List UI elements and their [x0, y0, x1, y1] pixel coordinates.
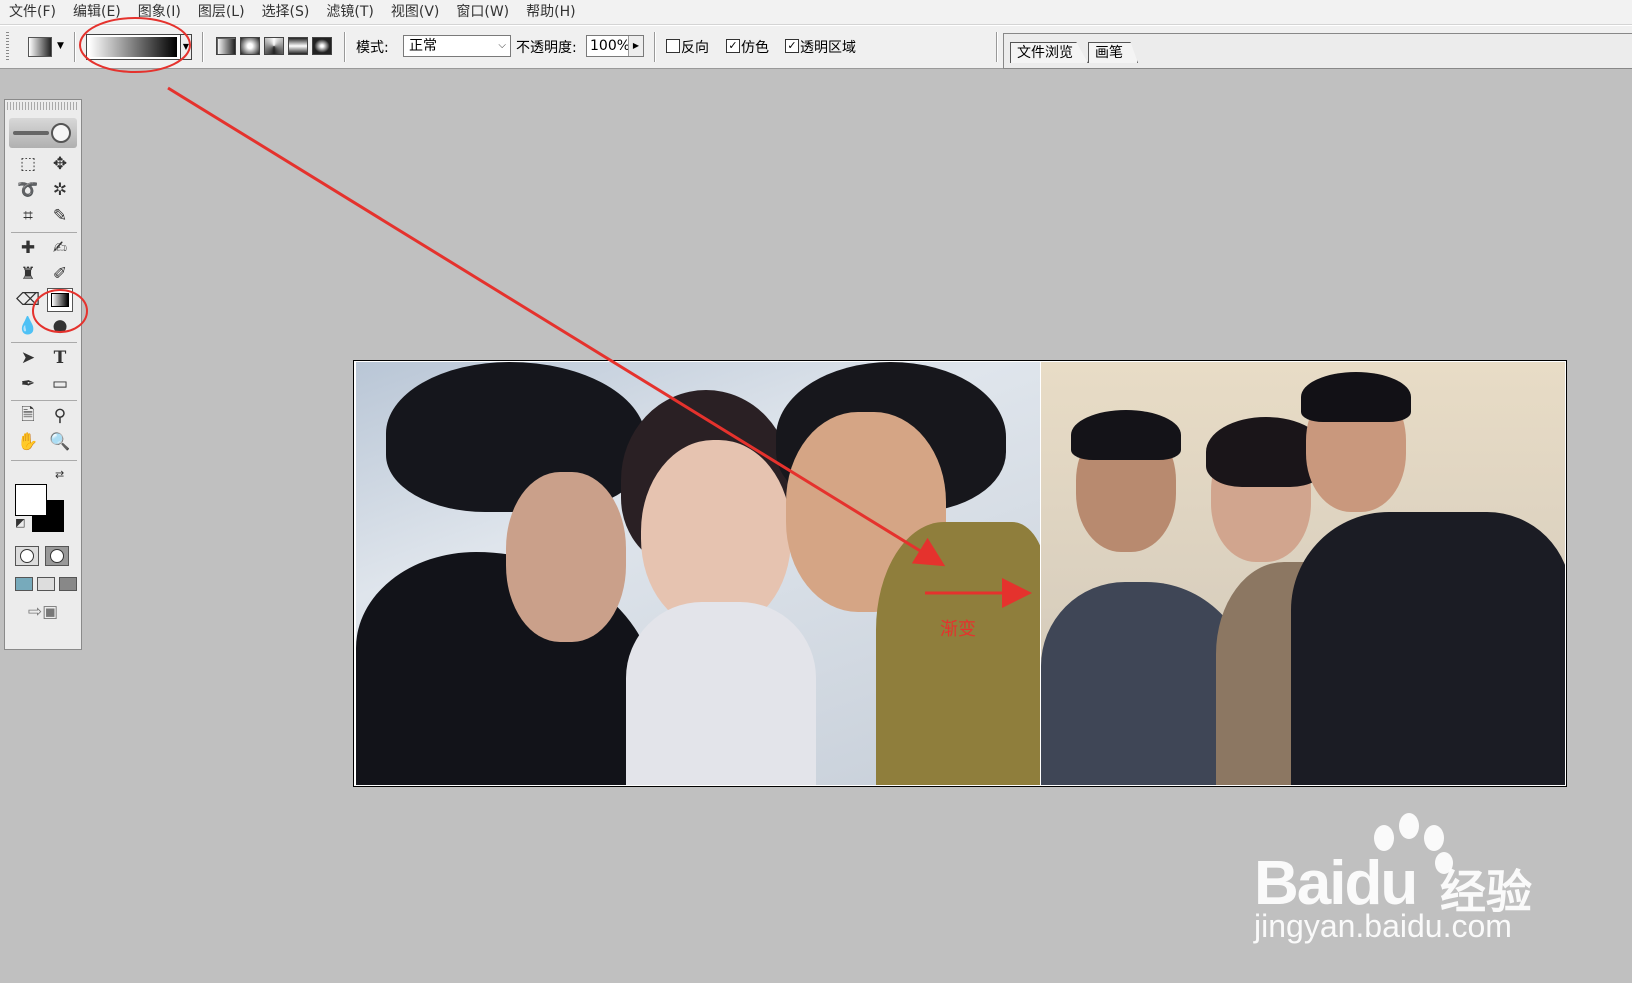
options-gripper[interactable]	[6, 32, 9, 62]
menu-image[interactable]: 图象(I)	[129, 0, 189, 24]
pen-tool-icon[interactable]: ✒	[15, 372, 41, 396]
opacity-field[interactable]: 100% ▶	[586, 35, 644, 57]
tab-brushes[interactable]: 画笔	[1088, 42, 1138, 63]
baidu-jingyan-watermark: Baidu 经验 jingyan.baidu.com	[1254, 808, 1554, 948]
gradient-tool-icon[interactable]	[47, 288, 73, 312]
toolbox: ⬚ ✥ ➰ ✲ ⌗ ✎ ✚ ✍ ♜ ✐ ⌫ 💧 ● ➤ T ✒ ▭ 🗎 ⚲ ✋ …	[4, 99, 82, 650]
menu-filter[interactable]: 滤镜(T)	[317, 0, 381, 24]
tool-preset-icon[interactable]	[28, 37, 52, 57]
photo-left	[356, 362, 1040, 785]
notes-tool-icon[interactable]: 🗎	[15, 404, 41, 428]
tool-preset-dropdown-icon[interactable]: ▼	[57, 41, 64, 51]
history-brush-tool-icon[interactable]: ✐	[47, 262, 73, 286]
watermark-url: jingyan.baidu.com	[1254, 908, 1512, 944]
standard-mode-button[interactable]	[15, 546, 39, 566]
toolbox-divider	[11, 342, 77, 343]
hand-tool-icon[interactable]: ✋	[15, 430, 41, 454]
menu-window[interactable]: 窗口(W)	[447, 0, 517, 24]
transparency-checkbox[interactable]: ✓	[785, 39, 799, 53]
annotation-label: 渐变	[940, 619, 976, 640]
magic-wand-tool-icon[interactable]: ✲	[47, 178, 73, 202]
full-screen-mode-button[interactable]	[59, 577, 77, 591]
menu-layer[interactable]: 图层(L)	[189, 0, 253, 24]
blur-tool-icon[interactable]: 💧	[15, 314, 41, 338]
type-tool-icon[interactable]: T	[47, 346, 73, 370]
mode-value: 正常	[409, 38, 437, 54]
toolbox-divider	[11, 232, 77, 233]
foreground-color-swatch[interactable]	[15, 484, 47, 516]
reverse-checkbox[interactable]	[666, 39, 680, 53]
options-separator	[344, 32, 346, 62]
palette-well: 文件浏览 画笔	[1003, 33, 1632, 69]
transparency-label: 透明区域	[800, 40, 856, 56]
opacity-label: 不透明度:	[516, 40, 577, 56]
options-separator	[654, 32, 656, 62]
dodge-tool-icon[interactable]: ●	[47, 314, 73, 338]
move-tool-icon[interactable]: ✥	[47, 152, 73, 176]
radial-gradient-button[interactable]	[240, 37, 260, 55]
menu-view[interactable]: 视图(V)	[382, 0, 448, 24]
menu-file[interactable]: 文件(F)	[0, 0, 64, 24]
linear-gradient-button[interactable]	[216, 37, 236, 55]
options-separator	[74, 32, 76, 62]
toolbox-divider	[11, 460, 77, 461]
zoom-tool-icon[interactable]: 🔍	[47, 430, 73, 454]
eye-icon	[51, 123, 71, 143]
marquee-tool-icon[interactable]: ⬚	[15, 152, 41, 176]
jump-to-imageready-icon[interactable]: ⇨▣	[15, 600, 71, 624]
full-screen-menu-mode-button[interactable]	[37, 577, 55, 591]
gradient-preview[interactable]	[89, 37, 177, 57]
mode-label: 模式:	[356, 40, 389, 56]
options-separator	[202, 32, 204, 62]
tab-file-browser[interactable]: 文件浏览	[1010, 42, 1088, 63]
feather-icon	[13, 131, 49, 135]
options-bar: ▼ ▼ 模式: 正常 ⌵ 不透明度: 100% ▶ 反向 ✓ 仿色 ✓ 透明区域…	[0, 25, 1632, 69]
path-selection-tool-icon[interactable]: ➤	[15, 346, 41, 370]
reverse-label: 反向	[681, 40, 709, 56]
mode-select[interactable]: 正常 ⌵	[403, 35, 511, 57]
crop-tool-icon[interactable]: ⌗	[15, 204, 41, 228]
quick-mask-mode-button[interactable]	[45, 546, 69, 566]
eraser-tool-icon[interactable]: ⌫	[15, 288, 41, 312]
gradient-picker[interactable]: ▼	[86, 34, 192, 60]
options-separator	[996, 32, 998, 62]
lasso-tool-icon[interactable]: ➰	[15, 178, 41, 202]
menu-help[interactable]: 帮助(H)	[517, 0, 583, 24]
photoshop-logo[interactable]	[9, 118, 77, 148]
angle-gradient-button[interactable]	[264, 37, 284, 55]
opacity-value: 100%	[590, 38, 631, 54]
gradient-dropdown-icon[interactable]: ▼	[180, 35, 191, 59]
standard-screen-mode-button[interactable]	[15, 577, 33, 591]
reflected-gradient-button[interactable]	[288, 37, 308, 55]
dither-label: 仿色	[741, 40, 769, 56]
eyedropper-tool-icon[interactable]: ⚲	[47, 404, 73, 428]
toolbox-gripper[interactable]	[7, 102, 79, 110]
shape-tool-icon[interactable]: ▭	[47, 372, 73, 396]
brush-tool-icon[interactable]: ✍	[47, 236, 73, 260]
clone-stamp-tool-icon[interactable]: ♜	[15, 262, 41, 286]
menu-bar: 文件(F) 编辑(E) 图象(I) 图层(L) 选择(S) 滤镜(T) 视图(V…	[0, 0, 1632, 25]
document-canvas[interactable]	[353, 360, 1567, 787]
menu-edit[interactable]: 编辑(E)	[64, 0, 129, 24]
chevron-down-icon: ⌵	[498, 40, 506, 51]
swap-colors-icon[interactable]: ⇄	[55, 468, 64, 481]
default-colors-icon[interactable]: ◩	[15, 516, 25, 529]
menu-select[interactable]: 选择(S)	[253, 0, 318, 24]
healing-brush-tool-icon[interactable]: ✚	[15, 236, 41, 260]
diamond-gradient-button[interactable]	[312, 37, 332, 55]
slice-tool-icon[interactable]: ✎	[47, 204, 73, 228]
photo-right	[1041, 362, 1565, 785]
dither-checkbox[interactable]: ✓	[726, 39, 740, 53]
opacity-slider-icon[interactable]: ▶	[628, 36, 643, 56]
